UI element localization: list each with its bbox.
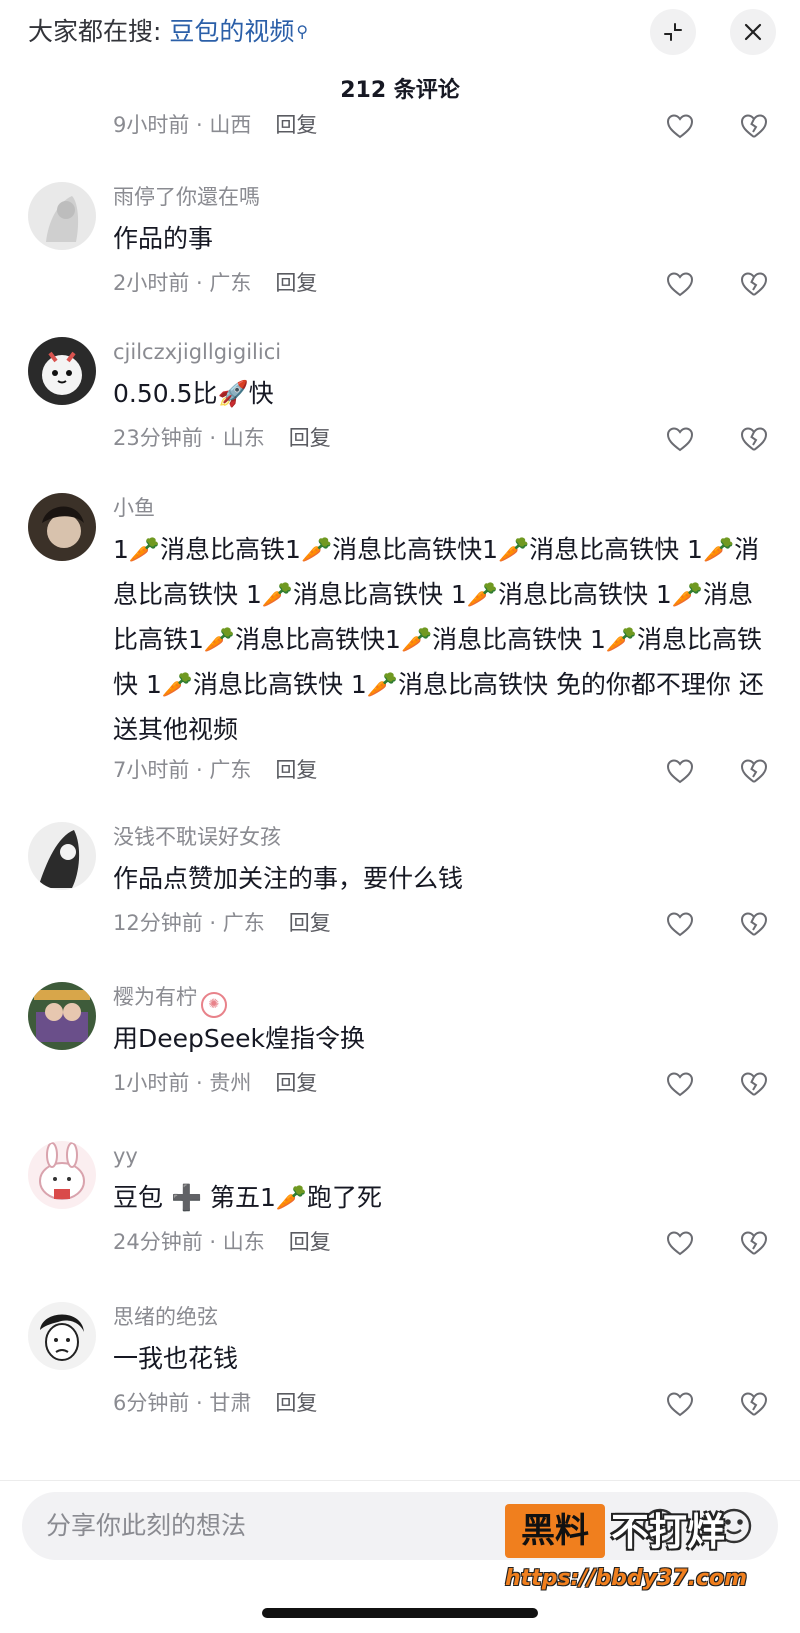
comment-meta: 2小时前 · 广东 回复 <box>113 271 318 295</box>
like-button[interactable] <box>664 268 696 300</box>
avatar-image <box>28 182 96 250</box>
watermark: 黑料 不打烊 https://bbdy37.com <box>505 1504 775 1604</box>
close-button[interactable] <box>730 9 776 55</box>
dislike-button[interactable] <box>738 1068 770 1100</box>
like-button[interactable] <box>664 1227 696 1259</box>
comment-meta: 9小时前 · 山西 回复 <box>113 113 318 137</box>
divider <box>0 1480 800 1481</box>
avatar[interactable] <box>28 493 96 561</box>
like-button[interactable] <box>664 423 696 455</box>
username[interactable]: 樱为有柠 ✺ <box>113 982 227 1018</box>
reply-button[interactable]: 回复 <box>289 426 331 450</box>
reply-button[interactable]: 回复 <box>275 1071 317 1095</box>
avatar-image <box>28 493 96 561</box>
dislike-button[interactable] <box>738 1388 770 1420</box>
comment-meta: 12分钟前 · 广东 回复 <box>113 911 331 935</box>
username[interactable]: cjilczxjigllgigilici <box>113 337 281 367</box>
broken-heart-icon <box>740 1231 768 1255</box>
broken-heart-icon <box>740 759 768 783</box>
collapse-icon <box>664 23 682 41</box>
broken-heart-icon <box>740 114 768 138</box>
comment-text: 作品点赞加关注的事，要什么钱 <box>113 864 464 893</box>
search-icon: ⚲ <box>296 22 309 41</box>
watermark-url: https://bbdy37.com <box>505 1566 748 1591</box>
comment-meta: 24分钟前 · 山东 回复 <box>113 1230 331 1254</box>
avatar-image <box>28 822 96 890</box>
comment-text: 豆包 ➕ 第五1🥕跑了死 <box>113 1183 383 1212</box>
search-suggestion-keyword[interactable]: 豆包的视频 <box>169 17 294 46</box>
like-button[interactable] <box>664 908 696 940</box>
dislike-button[interactable] <box>738 268 770 300</box>
search-suggestion[interactable]: 大家都在搜: 豆包的视频 ⚲ <box>28 14 308 50</box>
broken-heart-icon <box>740 427 768 451</box>
broken-heart-icon <box>740 1072 768 1096</box>
heart-icon <box>666 1392 694 1417</box>
comment-meta: 6分钟前 · 甘肃 回复 <box>113 1391 318 1415</box>
reply-button[interactable]: 回复 <box>275 1391 317 1415</box>
heart-icon <box>666 1231 694 1256</box>
avatar-image <box>28 1141 96 1209</box>
avatar[interactable] <box>28 982 96 1050</box>
dislike-button[interactable] <box>738 110 770 142</box>
like-button[interactable] <box>664 755 696 787</box>
avatar[interactable] <box>28 337 96 405</box>
comment-input-placeholder: 分享你此刻的想法 <box>46 1511 247 1540</box>
badge-icon: ✺ <box>201 992 227 1018</box>
avatar-image <box>28 982 96 1050</box>
collapse-button[interactable] <box>650 9 696 55</box>
comment-count-title: 212 条评论 <box>340 78 460 103</box>
watermark-text: 不打烊 <box>611 1510 726 1554</box>
watermark-logo: 黑料 <box>505 1504 605 1558</box>
dislike-button[interactable] <box>738 423 770 455</box>
broken-heart-icon <box>740 272 768 296</box>
dislike-button[interactable] <box>738 755 770 787</box>
like-button[interactable] <box>664 1068 696 1100</box>
reply-button[interactable]: 回复 <box>289 911 331 935</box>
comment-text: 用DeepSeek煌指令换 <box>113 1024 365 1053</box>
comment-text: 0.50.5比🚀快 <box>113 379 274 408</box>
heart-icon <box>666 114 694 139</box>
dislike-button[interactable] <box>738 1227 770 1259</box>
avatar[interactable] <box>28 1141 96 1209</box>
search-suggestion-prefix: 大家都在搜: <box>28 17 162 46</box>
avatar[interactable] <box>28 182 96 250</box>
comment-text: 1🥕消息比高铁1🥕消息比高铁快1🥕消息比高铁快 1🥕消息比高铁快 1🥕消息比高铁… <box>113 535 764 744</box>
username[interactable]: 没钱不耽误好女孩 <box>113 822 281 852</box>
heart-icon <box>666 427 694 452</box>
like-button[interactable] <box>664 110 696 142</box>
avatar-image <box>28 1302 96 1370</box>
username[interactable]: 思绪的绝弦 <box>113 1302 218 1332</box>
comment-text: 一我也花钱 <box>113 1344 239 1373</box>
avatar[interactable] <box>28 822 96 890</box>
reply-button[interactable]: 回复 <box>289 1230 331 1254</box>
avatar-image <box>28 337 96 405</box>
broken-heart-icon <box>740 1392 768 1416</box>
top-bar: 大家都在搜: 豆包的视频 ⚲ <box>0 0 800 64</box>
comment-meta: 23分钟前 · 山东 回复 <box>113 426 331 450</box>
reply-button[interactable]: 回复 <box>275 758 317 782</box>
broken-heart-icon <box>740 912 768 936</box>
dislike-button[interactable] <box>738 908 770 940</box>
username[interactable]: yy <box>113 1141 138 1171</box>
comment-text: 作品的事 <box>113 224 214 253</box>
like-button[interactable] <box>664 1388 696 1420</box>
heart-icon <box>666 912 694 937</box>
comment-meta: 1小时前 · 贵州 回复 <box>113 1071 318 1095</box>
heart-icon <box>666 272 694 297</box>
heart-icon <box>666 759 694 784</box>
heart-icon <box>666 1072 694 1097</box>
comment-list[interactable]: 9小时前 · 山西 回复 雨停了你還在嗎 作品的事 2小时前 · 广东 回复 cji… <box>0 110 800 1480</box>
comment-meta: 7小时前 · 广东 回复 <box>113 758 318 782</box>
close-icon <box>744 23 762 41</box>
home-indicator[interactable] <box>262 1608 538 1618</box>
username[interactable]: 小鱼 <box>113 493 155 523</box>
reply-button[interactable]: 回复 <box>275 113 317 137</box>
username[interactable]: 雨停了你還在嗎 <box>113 182 260 212</box>
avatar[interactable] <box>28 1302 96 1370</box>
reply-button[interactable]: 回复 <box>275 271 317 295</box>
